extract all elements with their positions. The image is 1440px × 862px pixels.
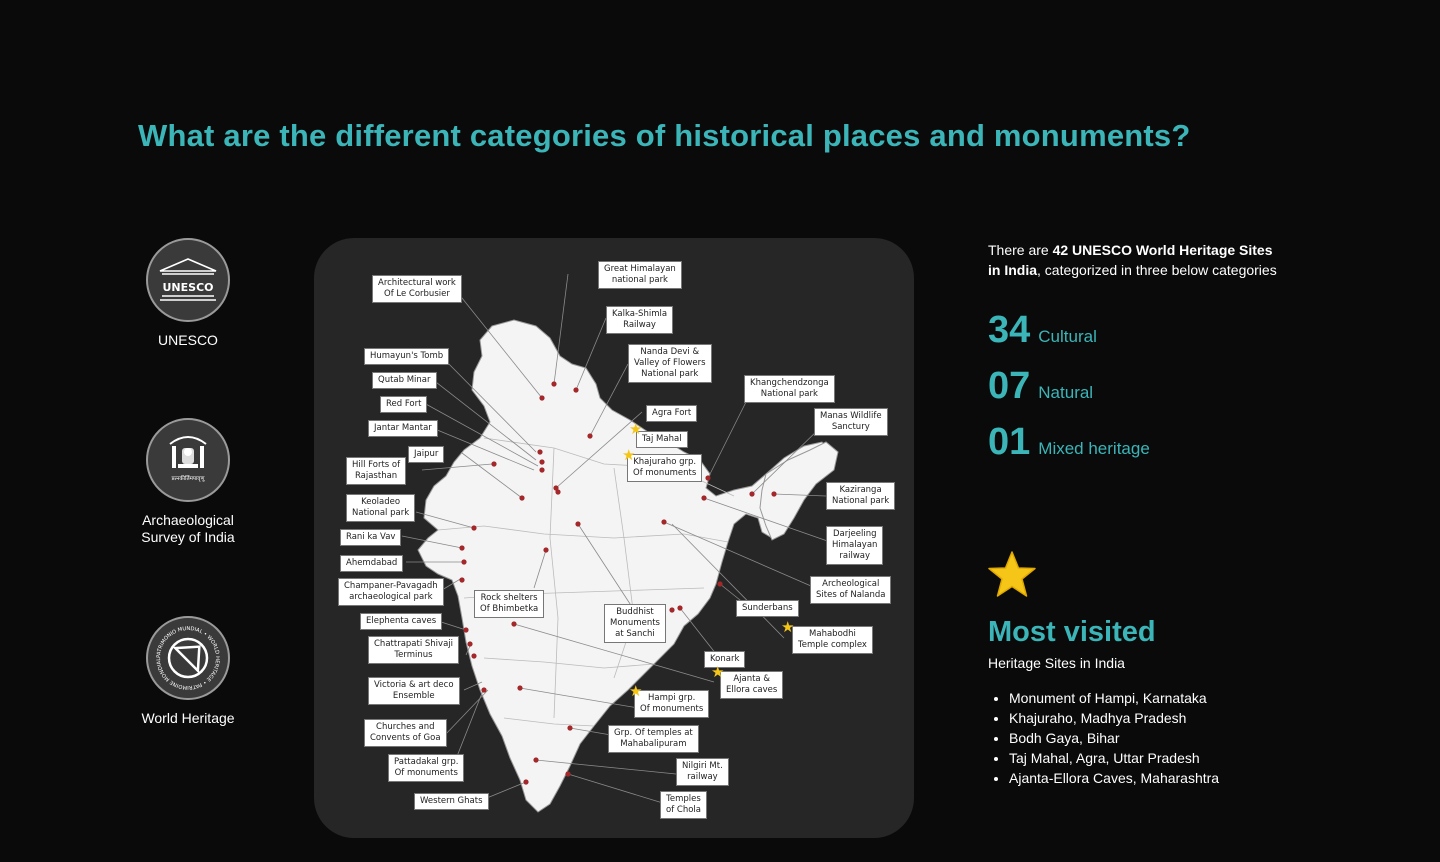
map-site-label: Manas Wildlife Sanctury bbox=[814, 408, 888, 436]
map-site-label: Western Ghats bbox=[414, 793, 489, 810]
org-world-heritage: PATRIMONIO MUNDIAL • WORLD HERITAGE • PA… bbox=[128, 616, 248, 727]
stat-label: Mixed heritage bbox=[1038, 439, 1150, 458]
map-site-label: Great Himalayan national park bbox=[598, 261, 682, 289]
list-item: Bodh Gaya, Bihar bbox=[1009, 728, 1219, 748]
star-icon: ★ bbox=[622, 447, 636, 464]
map-site-label: Victoria & art deco Ensemble bbox=[368, 677, 460, 705]
heritage-map: Architectural work Of Le Corbusier Great… bbox=[314, 238, 914, 838]
stat-label: Cultural bbox=[1038, 327, 1097, 346]
most-visited-subtitle: Heritage Sites in India bbox=[988, 655, 1125, 671]
map-site-label: Nanda Devi & Valley of Flowers National … bbox=[628, 344, 712, 383]
most-visited-list: Monument of Hampi, Karnataka Khajuraho, … bbox=[988, 688, 1219, 788]
org-label: Archaeological Survey of India bbox=[141, 512, 235, 545]
map-site-label: Darjeeling Himalayan railway bbox=[826, 526, 884, 565]
map-site-label: Temples of Chola bbox=[660, 791, 707, 819]
map-site-label: Humayun's Tomb bbox=[364, 348, 450, 365]
map-site-label: Khangchendzonga National park bbox=[744, 375, 835, 403]
world-heritage-ring-text: PATRIMONIO MUNDIAL • WORLD HERITAGE • PA… bbox=[156, 626, 220, 690]
stat-count: 34 bbox=[988, 309, 1031, 351]
stat-count: 07 bbox=[988, 365, 1031, 407]
org-label: UNESCO bbox=[158, 332, 218, 348]
map-site-label: Ajanta & Ellora caves bbox=[720, 671, 784, 699]
page-title: What are the different categories of his… bbox=[138, 118, 1191, 153]
summary-text: There are 42 UNESCO World Heritage Sites… bbox=[988, 242, 1277, 278]
stat-cultural: 34 Cultural bbox=[988, 309, 1097, 352]
map-site-label: Ahemdabad bbox=[340, 555, 404, 572]
map-site-label: Hill Forts of Rajasthan bbox=[346, 457, 407, 485]
map-site-label: Chattrapati Shivaji Terminus bbox=[368, 636, 460, 664]
list-item: Taj Mahal, Agra, Uttar Pradesh bbox=[1009, 748, 1219, 768]
map-site-label: Jaipur bbox=[408, 446, 445, 463]
stat-count: 01 bbox=[988, 421, 1031, 463]
star-icon bbox=[986, 550, 1038, 605]
asi-emblem-text: प्रत्नकीर्तिमपावृणु bbox=[172, 475, 206, 482]
map-site-label: Taj Mahal bbox=[636, 431, 688, 448]
star-icon: ★ bbox=[629, 421, 643, 438]
org-label: World Heritage bbox=[141, 710, 235, 726]
map-site-label: Rani ka Vav bbox=[340, 529, 402, 546]
unesco-temple-icon: UNESCO bbox=[146, 238, 230, 322]
map-site-label: Kaziranga National park bbox=[826, 482, 896, 510]
list-item: Ajanta-Ellora Caves, Maharashtra bbox=[1009, 768, 1219, 788]
stat-label: Natural bbox=[1038, 383, 1094, 402]
stat-mixed: 01 Mixed heritage bbox=[988, 421, 1150, 464]
map-site-label: Buddhist Monuments at Sanchi bbox=[604, 604, 666, 643]
map-site-label: Churches and Convents of Goa bbox=[364, 719, 447, 747]
map-site-label: Mahabodhi Temple complex bbox=[792, 626, 873, 654]
star-icon: ★ bbox=[711, 664, 725, 681]
map-site-label: Qutab Minar bbox=[372, 372, 437, 389]
map-site-label: Hampi grp. Of monuments bbox=[634, 690, 710, 718]
list-item: Khajuraho, Madhya Pradesh bbox=[1009, 708, 1219, 728]
most-visited-title: Most visited bbox=[988, 616, 1156, 648]
map-site-label: Pattadakal grp. Of monuments bbox=[388, 754, 465, 782]
map-site-label: Jantar Mantar bbox=[368, 420, 438, 437]
org-unesco: UNESCO UNESCO bbox=[128, 238, 248, 349]
map-site-label: Rock shelters Of Bhimbetka bbox=[474, 590, 545, 618]
map-site-label: Nilgiri Mt. railway bbox=[676, 758, 729, 786]
map-site-label: Grp. Of temples at Mahabalipuram bbox=[608, 725, 699, 753]
map-site-label: Red Fort bbox=[380, 396, 428, 413]
star-icon: ★ bbox=[629, 683, 643, 700]
unesco-emblem-text: UNESCO bbox=[163, 281, 214, 294]
map-site-label: Kalka-Shimla Railway bbox=[606, 306, 674, 334]
map-site-label: Keoladeo National park bbox=[346, 494, 416, 522]
stat-natural: 07 Natural bbox=[988, 365, 1093, 408]
star-icon: ★ bbox=[781, 619, 795, 636]
list-item: Monument of Hampi, Karnataka bbox=[1009, 688, 1219, 708]
map-site-label: Champaner-Pavagadh archaeological park bbox=[338, 578, 444, 606]
map-site-label: Agra Fort bbox=[646, 405, 698, 422]
map-site-label: Architectural work Of Le Corbusier bbox=[372, 275, 462, 303]
map-site-label: Khajuraho grp. Of monuments bbox=[627, 454, 703, 482]
world-heritage-icon: PATRIMONIO MUNDIAL • WORLD HERITAGE • PA… bbox=[146, 616, 230, 700]
map-site-label: Archeological Sites of Nalanda bbox=[810, 576, 892, 604]
asi-emblem-icon: प्रत्नकीर्तिमपावृणु bbox=[146, 418, 230, 502]
map-site-label: Elephenta caves bbox=[360, 613, 443, 630]
org-asi: प्रत्नकीर्तिमपावृणु Archaeological Surve… bbox=[128, 418, 248, 546]
map-site-label: Sunderbans bbox=[736, 600, 799, 617]
